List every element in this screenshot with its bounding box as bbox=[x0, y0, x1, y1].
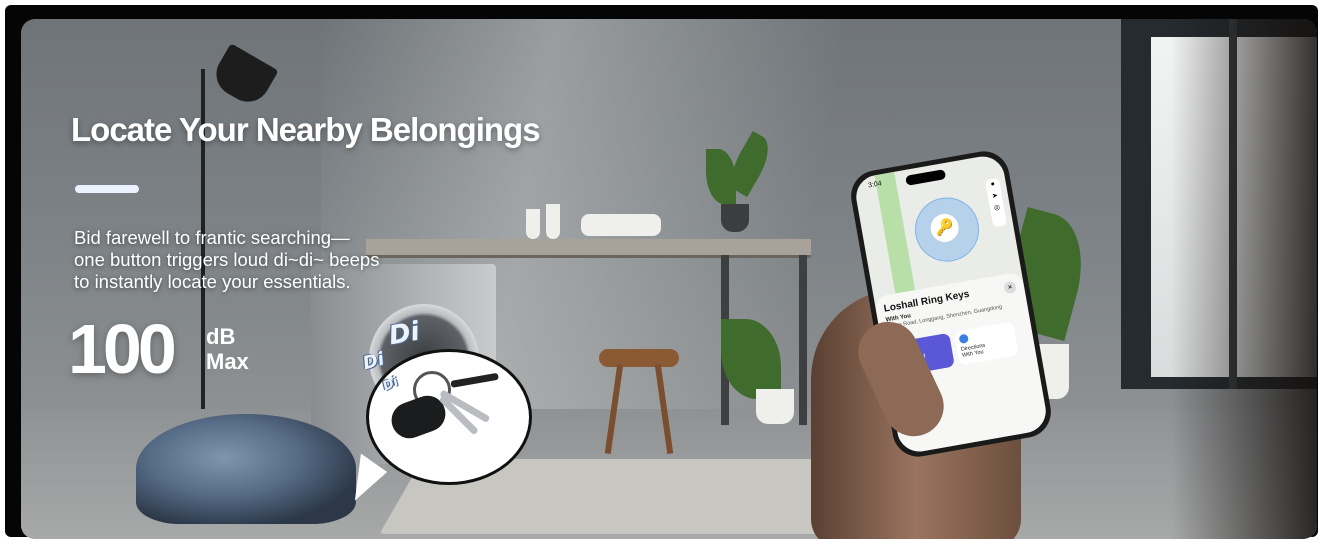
directions-button[interactable]: Directions With You bbox=[953, 321, 1019, 366]
console-table bbox=[366, 239, 811, 258]
unit-max: Max bbox=[206, 349, 249, 374]
sound-effect-text: Di bbox=[386, 316, 422, 352]
clothes-pile bbox=[136, 414, 356, 524]
description-line: to instantly locate your essentials. bbox=[74, 271, 351, 292]
table-leg bbox=[799, 255, 807, 425]
dynamic-island bbox=[905, 169, 947, 186]
room-scene: Di Di Di 3:04 ● ➤ ◎ 🔑 Loshall Ring Keys × … bbox=[21, 19, 1317, 539]
towels bbox=[581, 214, 661, 236]
bottle bbox=[546, 204, 560, 239]
floor-plant-pot bbox=[756, 389, 794, 424]
description: Bid farewell to frantic searching— one b… bbox=[74, 227, 379, 293]
decibel-value: 100 bbox=[68, 310, 177, 388]
decibel-unit: dB Max bbox=[206, 324, 249, 374]
headline: Locate Your Nearby Belongings bbox=[71, 111, 541, 148]
description-line: Bid farewell to frantic searching— bbox=[74, 227, 350, 248]
edge-shadow bbox=[1171, 19, 1317, 539]
bottle bbox=[526, 209, 540, 239]
plant-pot bbox=[721, 204, 749, 232]
directions-icon bbox=[958, 333, 969, 345]
description-line: one button triggers loud di~di~ beeps bbox=[74, 249, 380, 270]
unit-db: dB bbox=[206, 324, 236, 349]
lamp-shade bbox=[208, 43, 279, 110]
map-controls[interactable]: ● ➤ ◎ bbox=[985, 177, 1008, 228]
accent-bar bbox=[75, 185, 139, 193]
banner-frame: Di Di Di 3:04 ● ➤ ◎ 🔑 Loshall Ring Keys × … bbox=[5, 5, 1318, 539]
stool bbox=[599, 349, 679, 367]
